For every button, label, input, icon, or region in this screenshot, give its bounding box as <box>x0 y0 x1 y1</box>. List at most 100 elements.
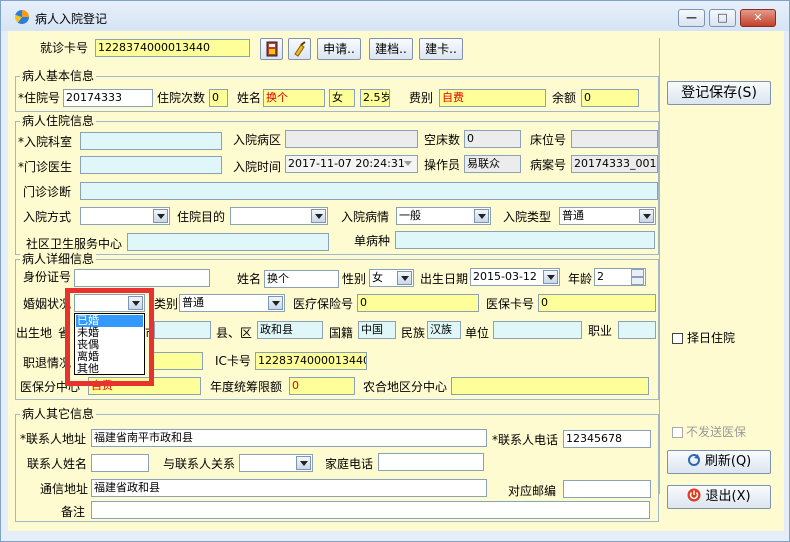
purpose-label: 住院目的 <box>177 210 226 224</box>
maximize-button[interactable]: □ <box>709 9 736 27</box>
rural-input[interactable] <box>451 377 649 395</box>
exit-button[interactable]: 退出(X) <box>667 485 771 509</box>
relation-select[interactable] <box>239 454 313 472</box>
bed-input[interactable] <box>571 130 658 148</box>
method-select[interactable] <box>80 207 170 225</box>
employer-input[interactable] <box>493 321 582 339</box>
spin-down-icon[interactable] <box>631 277 644 285</box>
reader-icon <box>266 41 277 57</box>
balance-input[interactable]: 0 <box>581 89 639 107</box>
contact-addr-input[interactable]: 福建省南平市政和县 <box>91 429 487 447</box>
minimize-icon: — <box>686 11 697 24</box>
diagnosis-input[interactable] <box>80 182 658 200</box>
app-logo-icon <box>15 10 29 24</box>
fee-type-label: 费别 <box>409 91 434 105</box>
chevron-down-icon <box>311 209 326 223</box>
age-spinner[interactable]: 2 <box>594 268 646 286</box>
ethnicity-label: 民族 <box>401 326 426 340</box>
contact-addr-label: *联系人地址 <box>20 432 87 446</box>
basic-sex-input[interactable]: 女 <box>329 89 355 107</box>
build-file-button[interactable]: 建档.. <box>369 38 413 60</box>
insurance-no-input[interactable]: 0 <box>357 294 479 312</box>
ward-label: 入院病区 <box>233 133 282 147</box>
type-select[interactable]: 普通 <box>559 207 656 225</box>
basic-name-input[interactable]: 换个 <box>263 89 325 107</box>
build-card-button[interactable]: 建卡.. <box>419 38 463 60</box>
type-value: 普通 <box>562 209 584 222</box>
admission-no-label: *住院号 <box>18 91 61 105</box>
quota-label: 年度统筹限额 <box>210 380 283 394</box>
contact-phone-input[interactable]: 12345678 <box>563 430 651 448</box>
mail-addr-input[interactable]: 福建省政和县 <box>91 479 487 497</box>
birthplace-label: 出生地 <box>16 326 53 340</box>
retire-label: 职退情况 <box>23 356 72 370</box>
print-button[interactable] <box>260 38 283 60</box>
employer-label: 单位 <box>465 326 490 340</box>
purpose-select[interactable] <box>230 207 328 225</box>
admission-time-value: 2017-11-07 20:24:31 <box>288 157 405 170</box>
hospital-info-legend: 病人住院信息 <box>20 114 97 128</box>
category-select[interactable]: 普通 <box>179 294 285 312</box>
nationality-input[interactable]: 中国 <box>358 321 396 339</box>
ward-input[interactable] <box>285 130 418 148</box>
visits-label: 住院次数 <box>157 91 206 105</box>
bed-label: 床位号 <box>530 133 567 147</box>
zip-input[interactable] <box>563 480 651 498</box>
clear-button[interactable] <box>288 38 311 60</box>
minimize-button[interactable]: — <box>678 9 705 27</box>
apply-button[interactable]: 申请.. <box>317 38 361 60</box>
job-input[interactable] <box>618 321 656 339</box>
admission-no-input[interactable]: 20174333 <box>63 89 153 107</box>
category-label: 类别 <box>154 297 179 311</box>
visits-input[interactable]: 0 <box>209 89 228 107</box>
operator-input: 易联众 <box>464 155 521 173</box>
ic-input[interactable]: 1228374000013440 <box>255 352 367 370</box>
title-bar: 病人入院登记 — □ ✕ <box>1 1 789 31</box>
home-phone-input[interactable] <box>378 453 484 471</box>
doctor-input[interactable] <box>80 156 222 174</box>
condition-select[interactable]: 一般 <box>396 207 491 225</box>
spin-up-icon[interactable] <box>631 269 644 277</box>
detail-sex-value: 女 <box>372 271 383 284</box>
county-input[interactable]: 政和县 <box>257 321 323 339</box>
insurance-card-input[interactable]: 0 <box>538 294 656 312</box>
admission-time-picker[interactable]: 2017-11-07 20:24:31 <box>285 155 418 173</box>
card-number-input[interactable]: 1228374000013440 <box>95 39 250 57</box>
method-label: 入院方式 <box>23 210 72 224</box>
contact-name-input[interactable] <box>91 454 149 472</box>
basic-info-legend: 病人基本信息 <box>20 69 97 83</box>
id-input[interactable] <box>74 269 210 287</box>
note-input[interactable] <box>91 501 650 519</box>
select-day-label: 择日住院 <box>687 331 736 345</box>
condition-label: 入院病情 <box>341 210 390 224</box>
select-day-checkbox[interactable] <box>672 333 683 344</box>
card-label: 就诊卡号 <box>40 41 89 55</box>
close-button[interactable]: ✕ <box>740 9 776 27</box>
save-button[interactable]: 登记保存(S) <box>667 81 771 105</box>
fee-type-input[interactable]: 自费 <box>439 89 546 107</box>
age-label: 年龄 <box>568 272 593 286</box>
detail-sex-select[interactable]: 女 <box>369 269 414 287</box>
retire-input[interactable] <box>151 352 203 370</box>
basic-age-input[interactable]: 2.5岁 <box>360 89 390 107</box>
highlight-box <box>65 288 154 386</box>
case-no-label: 病案号 <box>530 158 567 172</box>
exit-label: 退出(X) <box>705 489 751 504</box>
category-value: 普通 <box>182 296 204 309</box>
dob-picker[interactable]: 2015-03-12 <box>470 268 560 286</box>
single-disease-input[interactable] <box>395 231 655 249</box>
refresh-button[interactable]: 刷新(Q) <box>667 450 771 474</box>
chevron-down-icon <box>296 456 311 470</box>
insurance-card-label: 医保卡号 <box>486 297 535 311</box>
relation-label: 与联系人关系 <box>163 457 236 471</box>
city-input[interactable] <box>154 321 211 339</box>
ethnicity-input[interactable]: 汉族 <box>427 321 461 339</box>
basic-name-label: 姓名 <box>237 91 262 105</box>
no-send-label: 不发送医保 <box>686 425 747 439</box>
dob-label: 出生日期 <box>420 272 469 286</box>
quota-input[interactable]: 0 <box>289 377 355 395</box>
community-input[interactable] <box>127 233 329 251</box>
dept-input[interactable] <box>80 132 222 150</box>
detail-name-input[interactable]: 换个 <box>264 270 339 288</box>
no-send-checkbox[interactable] <box>672 427 683 438</box>
